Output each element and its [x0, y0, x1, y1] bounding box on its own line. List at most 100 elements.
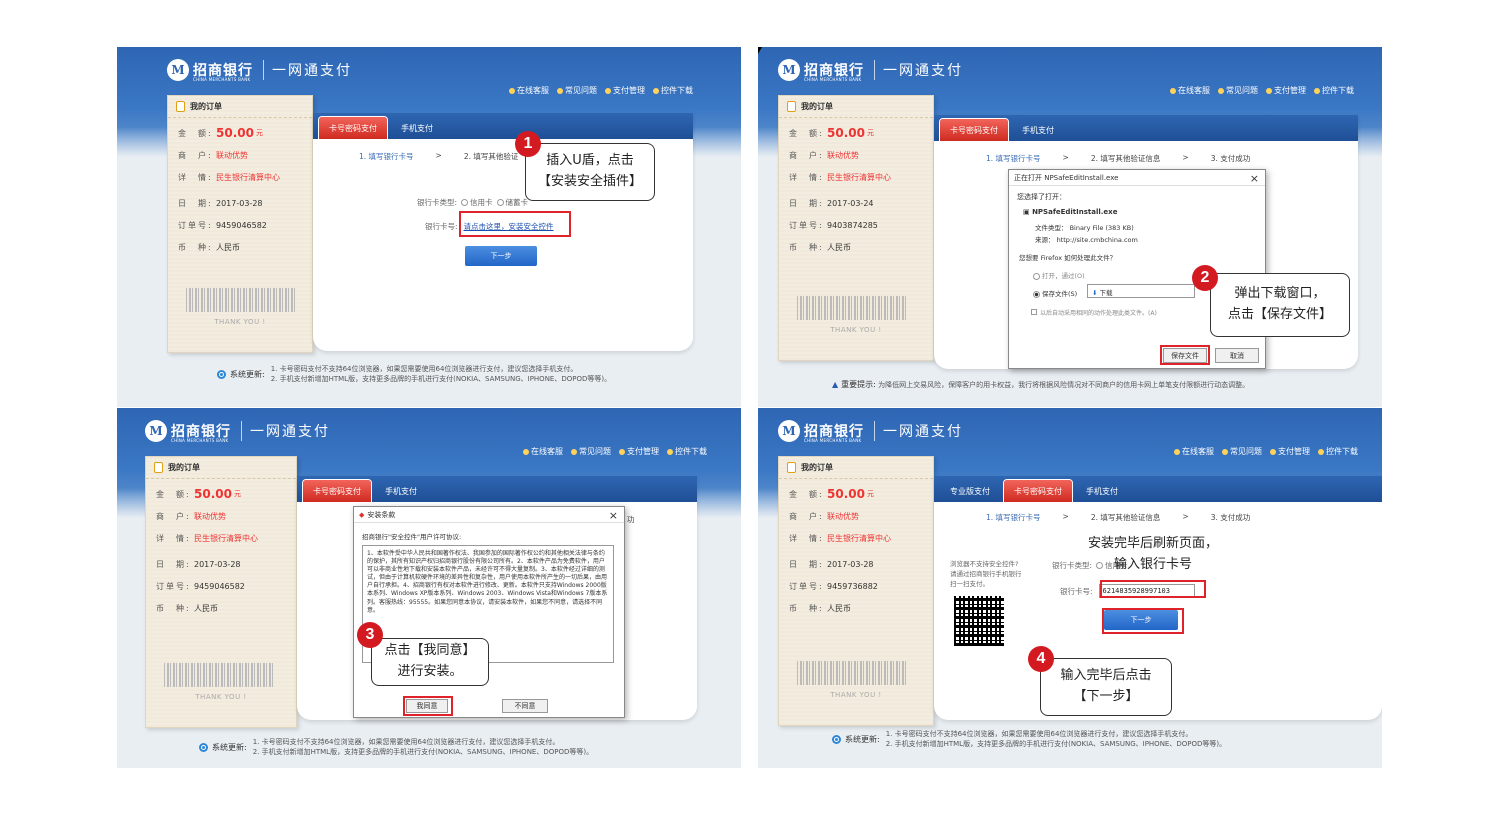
step-1: 1. 填写银行卡号	[359, 152, 414, 161]
top-links: 在线客服 常见问题 支付管理 控件下载	[1174, 446, 1358, 457]
faq-icon	[571, 448, 577, 455]
system-update-note: 系统更新: 1. 卡号密码支付不支持64位浏览器，如果您需要使用64位浏览器进行…	[832, 730, 1226, 750]
clipboard-icon	[176, 101, 185, 112]
order-date: 2017-03-28	[216, 198, 263, 208]
close-icon[interactable]: ×	[1250, 172, 1259, 185]
highlight-agree-button	[403, 696, 453, 716]
step-badge-2: 2	[1192, 265, 1218, 291]
tab-mobile-pay[interactable]: 手机支付	[1076, 480, 1128, 502]
highlight-next-button	[1102, 608, 1184, 634]
radio-credit[interactable]	[461, 199, 469, 206]
radio-save-file[interactable]	[1033, 290, 1040, 298]
link-online-service[interactable]: 在线客服	[523, 446, 563, 457]
tab-card-password-pay[interactable]: 卡号密码支付	[1004, 480, 1072, 502]
link-pay-manage[interactable]: 支付管理	[605, 85, 645, 96]
callout-step-2: 弹出下载窗口， 点击【保存文件】	[1210, 273, 1350, 337]
order-summary: 我的订单 金 额: 50.00 元 商 户: 联动优势 详 情: 民生银行清算中心 日 …	[778, 456, 934, 726]
service-icon	[509, 87, 515, 94]
link-pay-manage[interactable]: 支付管理	[1270, 446, 1310, 457]
download-arrow-icon: ⬇	[1092, 289, 1100, 297]
cmb-logo-icon: M	[145, 420, 167, 442]
radio-debit[interactable]	[496, 199, 504, 206]
bank-logo: M 招商银行 CHINA MERCHANTS BANK 一网通支付	[778, 418, 963, 444]
gear-icon	[619, 448, 625, 455]
link-faq[interactable]: 常见问题	[557, 85, 597, 96]
link-pay-manage[interactable]: 支付管理	[619, 446, 659, 457]
order-summary: 我的订单 金 额: 50.00 元 商 户: 联动优势 详 情: 民生银行清算中心 日 …	[145, 456, 297, 728]
link-online-service[interactable]: 在线客服	[1170, 85, 1210, 96]
callout-step-3: 点击【我同意】 进行安装。	[371, 638, 489, 686]
file-icon: ▣	[1023, 208, 1033, 216]
disagree-button[interactable]: 不同意	[502, 699, 548, 713]
tab-mobile-pay[interactable]: 手机支付	[391, 117, 443, 139]
install-refresh-hint: 安装完毕后刷新页面， 输入银行卡号	[1088, 536, 1219, 572]
tab-card-password-pay[interactable]: 卡号密码支付	[303, 480, 371, 502]
order-detail: 民生银行清算中心	[216, 172, 280, 182]
clipboard-icon	[154, 462, 163, 473]
link-faq[interactable]: 常见问题	[1218, 85, 1258, 96]
qr-code	[954, 596, 1004, 646]
link-control-download[interactable]: 控件下载	[667, 446, 707, 457]
panel-step-2: M 招商银行 CHINA MERCHANTS BANK 一网通支付 在线客服 常…	[758, 47, 1382, 407]
order-amount: 50.00	[216, 126, 254, 140]
cancel-button[interactable]: 取消	[1215, 348, 1259, 363]
license-dialog: ◆ 安装条款 × 招商银行"安全控件"用户许可协议: 1、本软件受中华人民共和国著…	[353, 506, 625, 718]
clipboard-icon	[787, 101, 796, 112]
barcode	[797, 296, 907, 320]
cmb-logo-icon: M	[778, 420, 800, 442]
mouse-cursor-icon	[758, 47, 762, 54]
service-icon	[1174, 448, 1180, 455]
gear-icon	[1266, 87, 1272, 94]
top-links: 在线客服 常见问题 支付管理 控件下载	[523, 446, 707, 457]
barcode	[797, 661, 907, 685]
tab-card-password-pay[interactable]: 卡号密码支付	[319, 117, 387, 139]
highlight-install-link	[459, 211, 571, 237]
panel-step-3: M 招商银行 CHINA MERCHANTS BANK 一网通支付 在线客服 常…	[117, 408, 741, 768]
order-summary: 我的订单 金 额: 50.00 元 商 户: 联动优势 详 情: 民生银行清算中心 日 …	[778, 95, 934, 361]
link-control-download[interactable]: 控件下载	[1318, 446, 1358, 457]
tab-card-password-pay[interactable]: 卡号密码支付	[940, 119, 1008, 141]
link-online-service[interactable]: 在线客服	[1174, 446, 1214, 457]
link-faq[interactable]: 常见问题	[571, 446, 611, 457]
step-badge-1: 1	[515, 131, 541, 157]
top-links: 在线客服 常见问题 支付管理 控件下载	[509, 85, 693, 96]
callout-step-1: 插入U盾，点击 【安装安全插件】	[525, 143, 655, 201]
shield-icon: ◆	[359, 510, 365, 519]
bank-logo: M 招商银行 CHINA MERCHANTS BANK 一网通支付	[145, 418, 330, 444]
next-button[interactable]: 下一步	[465, 246, 537, 266]
link-faq[interactable]: 常见问题	[1222, 446, 1262, 457]
link-online-service[interactable]: 在线客服	[509, 85, 549, 96]
step-badge-3: 3	[357, 622, 383, 648]
faq-icon	[557, 87, 563, 94]
faq-icon	[1218, 87, 1224, 94]
radio-open-with[interactable]	[1033, 272, 1040, 280]
warning-icon: ▲	[832, 380, 839, 389]
step-2: 2. 填写其他验证	[463, 152, 519, 161]
service-icon	[1170, 87, 1176, 94]
link-control-download[interactable]: 控件下载	[1314, 85, 1354, 96]
system-update-note: 系统更新: 1. 卡号密码支付不支持64位浏览器，如果您需要使用64位浏览器进行…	[199, 738, 593, 758]
tab-pro-pay[interactable]: 专业版支付	[940, 480, 1000, 502]
callout-step-4: 输入完毕后点击 【下一步】	[1040, 658, 1172, 716]
close-icon[interactable]: ×	[609, 509, 618, 522]
tab-mobile-pay[interactable]: 手机支付	[1012, 119, 1064, 141]
download-icon	[653, 87, 659, 94]
clipboard-icon	[787, 462, 796, 473]
download-dialog: 正在打开 NPSafeEditInstall.exe × 您选择了打开： ▣ N…	[1008, 169, 1266, 369]
order-summary: 我的订单 金 额: 50.00 元 商 户: 联动优势 详 情: 民生银行清算中心 日 …	[167, 95, 313, 353]
faq-icon	[1222, 448, 1228, 455]
download-folder-select[interactable]: ⬇ 下载	[1087, 284, 1195, 298]
step-badge-4: 4	[1028, 646, 1054, 672]
top-links: 在线客服 常见问题 支付管理 控件下载	[1170, 85, 1354, 96]
cmb-logo-icon: M	[167, 59, 189, 81]
order-number: 9459046582	[216, 220, 267, 230]
highlight-card-input	[1100, 580, 1206, 598]
auto-checkbox[interactable]	[1031, 309, 1037, 315]
tab-mobile-pay[interactable]: 手机支付	[375, 480, 427, 502]
link-control-download[interactable]: 控件下载	[653, 85, 693, 96]
gear-icon	[1270, 448, 1276, 455]
refresh-icon	[199, 743, 208, 753]
link-pay-manage[interactable]: 支付管理	[1266, 85, 1306, 96]
barcode	[164, 663, 274, 687]
download-icon	[1314, 87, 1320, 94]
